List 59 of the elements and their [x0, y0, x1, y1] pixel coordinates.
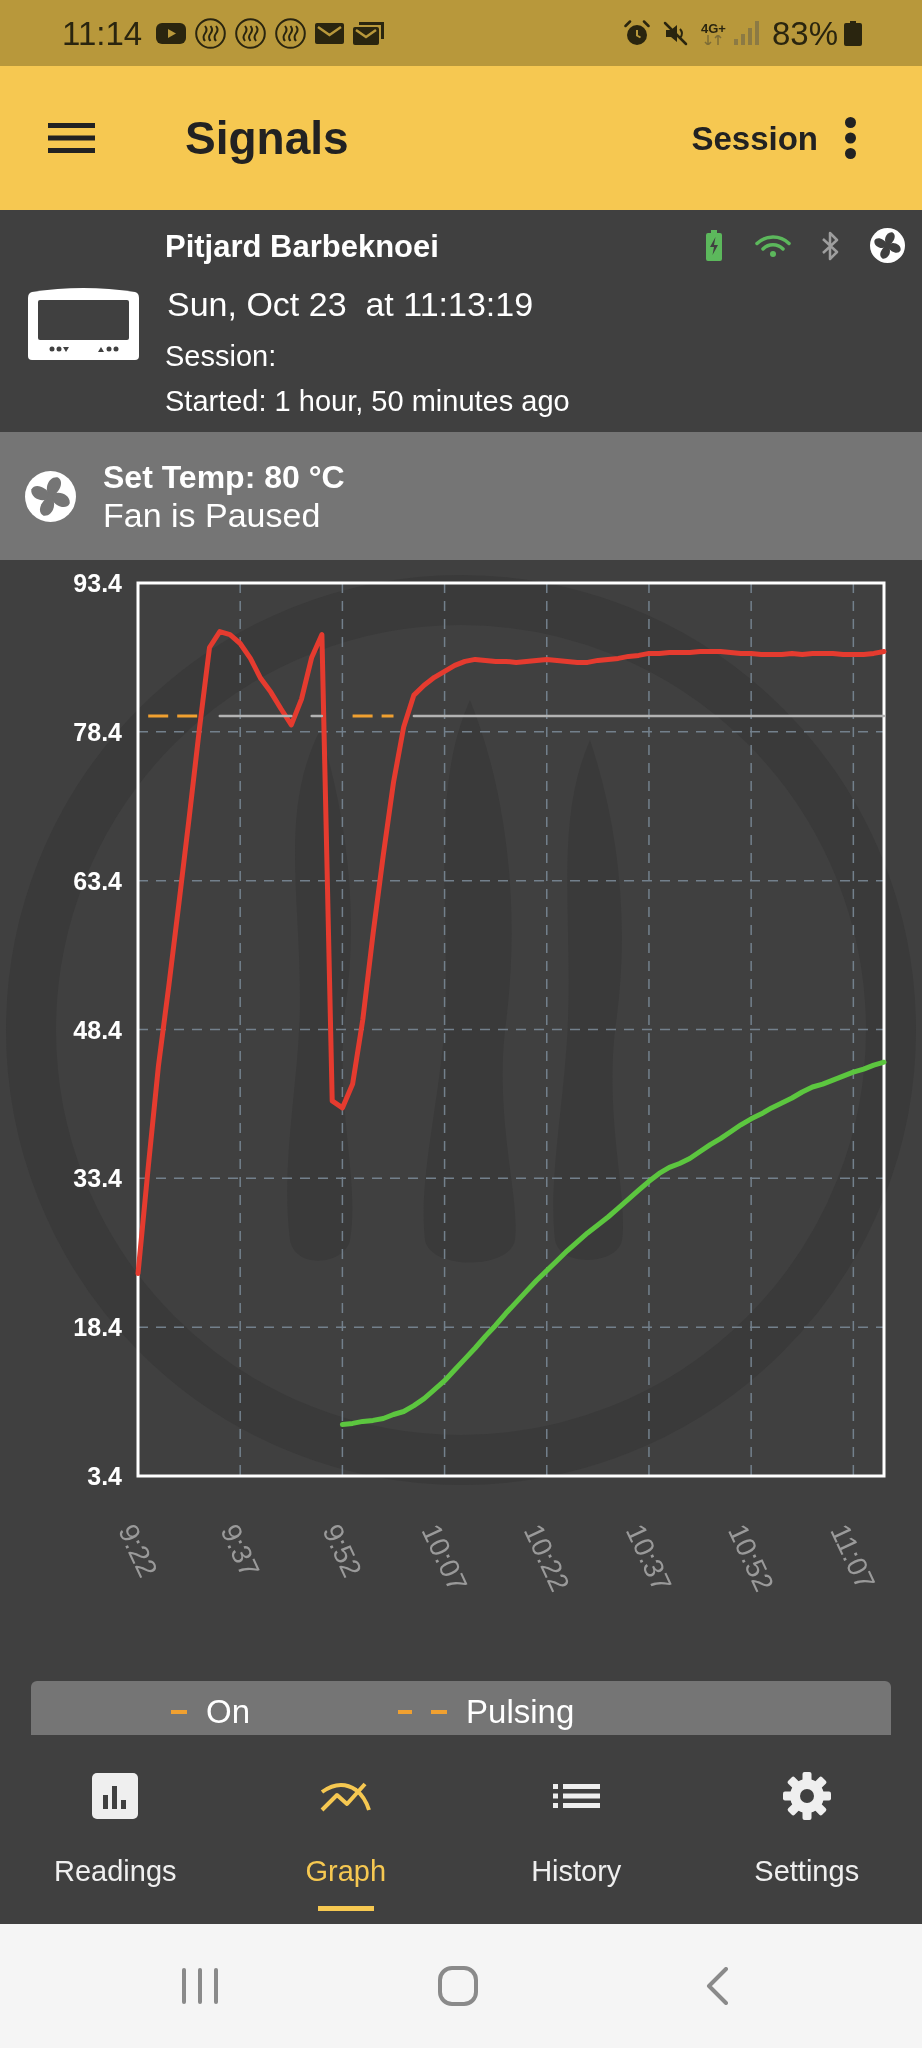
heat-waves-icon [195, 17, 227, 49]
x-axis-label: 9:22 [112, 1519, 164, 1582]
session-button[interactable]: Session [691, 121, 818, 155]
recent-apps-icon[interactable] [182, 1968, 218, 2004]
more-options-button[interactable] [845, 117, 856, 159]
mail-stack-icon [353, 21, 385, 45]
x-axis-label: 10:22 [517, 1519, 576, 1597]
x-axis-label: 10:37 [619, 1519, 678, 1597]
line-chart-icon [320, 1780, 372, 1812]
battery-percent: 83% [771, 16, 838, 50]
legend-marker-icon [171, 1710, 187, 1714]
menu-button[interactable] [48, 123, 95, 153]
x-axis-label: 10:52 [722, 1519, 780, 1597]
network-type: 4G+ [701, 21, 726, 35]
data-arrows-icon [703, 34, 724, 45]
list-icon [552, 1784, 600, 1808]
session-label: Session: [165, 339, 278, 374]
y-axis-label: 33.4 [73, 1164, 122, 1193]
more-icon [845, 117, 856, 159]
device-name: Pitjard Barbeknoei [165, 228, 440, 266]
fan-icon [25, 470, 76, 522]
y-axis-label: 93.4 [73, 569, 122, 597]
bar-chart-icon [92, 1773, 139, 1819]
y-axis-label: 78.4 [73, 717, 122, 746]
x-axis-label: 9:37 [214, 1519, 266, 1582]
legend-label: On [206, 1693, 251, 1731]
session-started: Started: 1 hour, 50 minutes ago [165, 384, 570, 419]
legend-marker-icon [398, 1710, 448, 1714]
set-temperature: Set Temp: 80 °C [103, 458, 345, 496]
battery-icon [844, 20, 862, 46]
mail-icon [315, 22, 345, 44]
reading-datetime: Sun, Oct 23 at 11:13:19 [166, 284, 535, 325]
nav-tab[interactable]: Readings [0, 1735, 231, 1924]
y-axis-label: 48.4 [73, 1015, 122, 1044]
back-icon[interactable] [706, 1967, 728, 2005]
home-icon[interactable] [438, 1966, 478, 2006]
y-axis-label: 18.4 [73, 1313, 122, 1342]
x-axis-label: 11:07 [824, 1519, 882, 1595]
heat-waves-icon [235, 17, 267, 49]
selected-tab-indicator [317, 1906, 374, 1911]
nav-tab[interactable]: Settings [691, 1735, 922, 1924]
heat-waves-icon [275, 17, 307, 49]
fan-icon [870, 228, 905, 263]
x-axis-label: 10:07 [415, 1519, 474, 1597]
alarm-clock-icon [624, 20, 650, 46]
x-axis-label: 9:52 [316, 1519, 368, 1582]
menu-icon [48, 123, 95, 153]
fan-state: Fan is Paused [103, 496, 322, 534]
status-time: 11:14 [62, 16, 143, 50]
settings-icon [781, 1771, 832, 1821]
y-axis-label: 63.4 [73, 866, 122, 895]
mute-icon [663, 20, 688, 46]
nav-tab[interactable]: History [461, 1735, 692, 1924]
signal-icon [733, 21, 761, 45]
y-axis-label: 3.4 [87, 1462, 122, 1490]
nav-tab[interactable]: Graph [230, 1735, 461, 1924]
video-play-icon [156, 22, 187, 44]
display-device-icon [28, 286, 139, 360]
legend-label: Pulsing [466, 1693, 575, 1731]
